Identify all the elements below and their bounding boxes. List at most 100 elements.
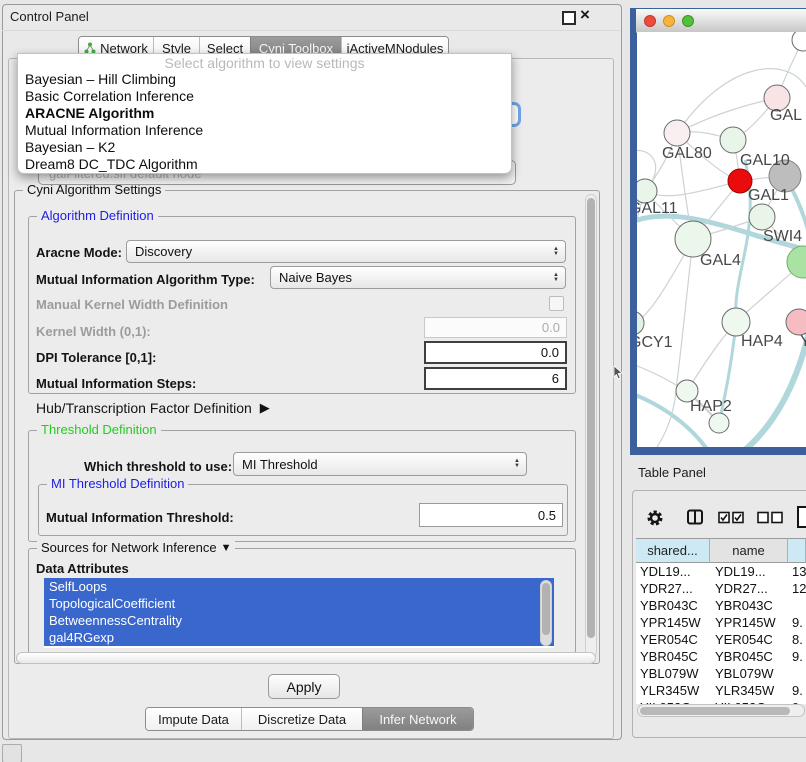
attribute-item-selected[interactable]: BetweennessCentrality	[44, 612, 554, 629]
minimize-traffic-light[interactable]	[663, 15, 675, 27]
table-row[interactable]: YBL079WYBL079W	[636, 665, 806, 682]
node-label: Y	[800, 333, 806, 350]
combo-arrows-icon: ▲▼	[553, 273, 559, 283]
mi-algorithm-type-combo[interactable]: Naive Bayes ▲▼	[270, 266, 566, 289]
group-title: MI Threshold Definition	[47, 476, 188, 491]
network-node[interactable]	[787, 246, 806, 278]
mi-algorithm-type-value: Naive Bayes	[279, 270, 352, 285]
combo-arrows-icon: ▲▼	[514, 459, 520, 469]
data-attributes-label: Data Attributes	[36, 561, 129, 576]
select-all-checkboxes-icon[interactable]	[718, 511, 744, 524]
control-panel-titlebar	[2, 4, 620, 31]
network-node-gcy1[interactable]	[637, 311, 644, 335]
close-icon[interactable]: ×	[580, 5, 590, 25]
manual-kernel-width-checkbox[interactable]	[549, 296, 564, 311]
gear-icon[interactable]	[646, 509, 664, 527]
mi-steps-field[interactable]: 6	[424, 367, 567, 390]
node-label: GCY1	[637, 334, 673, 351]
network-node[interactable]	[786, 309, 806, 335]
group-title: Algorithm Definition	[37, 208, 158, 223]
mi-steps-label: Mutual Information Steps:	[36, 376, 196, 391]
table-row[interactable]: YBR045CYBR045C9.	[636, 648, 806, 665]
collapsed-arrow-icon: ▶	[260, 400, 270, 416]
attribute-list-scrollbar[interactable]	[540, 580, 552, 646]
node-label: HAP4	[741, 333, 783, 350]
dropdown-item[interactable]: Bayesian – K2	[18, 139, 511, 156]
mi-threshold-label: Mutual Information Threshold:	[46, 510, 234, 525]
tab-infer-network[interactable]: Infer Network	[362, 708, 473, 730]
close-traffic-light[interactable]	[644, 15, 656, 27]
table-row[interactable]: YBR043CYBR043C	[636, 597, 806, 614]
table-row[interactable]: YLR345WYLR345W9.	[636, 682, 806, 699]
aracne-mode-value: Discovery	[135, 244, 192, 259]
dpi-tolerance-label: DPI Tolerance [0,1]:	[36, 350, 156, 365]
dropdown-item[interactable]: Basic Correlation Inference	[18, 88, 511, 105]
control-panel-title: Control Panel	[10, 9, 89, 24]
screen: Control Panel × Network Style Select Cyn…	[0, 0, 806, 762]
algorithm-dropdown-list: Select algorithm to view settings Bayesi…	[17, 53, 512, 174]
column-header-name[interactable]: name	[710, 538, 788, 563]
tab-discretize-data[interactable]: Discretize Data	[241, 708, 362, 730]
attribute-item-selected[interactable]: SelfLoops	[44, 578, 554, 595]
corner-mini-button[interactable]	[2, 744, 22, 762]
mi-threshold-field[interactable]: 0.5	[419, 503, 563, 527]
network-canvas[interactable]: GAL GAL80 GAL10 GAL1 GAL11 SWI4 GAL4 GCY…	[637, 32, 806, 447]
zoom-traffic-light[interactable]	[682, 15, 694, 27]
sources-group-title[interactable]: Sources for Network Inference ▼	[37, 540, 235, 555]
group-title: Threshold Definition	[37, 422, 161, 437]
attribute-item-selected[interactable]: gal4RGexp	[44, 629, 554, 646]
document-icon[interactable]	[796, 505, 806, 529]
columns-icon[interactable]	[686, 508, 704, 526]
dropdown-item[interactable]: Dream8 DC_TDC Algorithm	[18, 156, 511, 173]
tab-label: Discretize Data	[258, 712, 346, 727]
node-label: GAL80	[662, 145, 712, 162]
dropdown-placeholder: Select algorithm to view settings	[18, 54, 511, 71]
network-node-gal10[interactable]	[720, 127, 746, 153]
node-label: SWI4	[763, 228, 802, 245]
float-window-icon[interactable]	[562, 11, 576, 25]
which-threshold-value: MI Threshold	[242, 457, 318, 472]
network-node[interactable]	[792, 32, 806, 51]
column-header-clipped[interactable]	[788, 538, 806, 563]
combo-arrows-icon: ▲▼	[553, 247, 559, 257]
tab-label: Impute Data	[158, 712, 229, 727]
dropdown-item[interactable]: Bayesian – Hill Climbing	[18, 71, 511, 88]
node-label: GAL10	[740, 152, 790, 169]
node-label: GAL11	[637, 200, 678, 217]
table-row[interactable]: YDL19...YDL19...13	[636, 563, 806, 580]
table-row[interactable]: YER054CYER054C8.	[636, 631, 806, 648]
attribute-list-scrollbar-thumb[interactable]	[542, 583, 550, 635]
settings-horizontal-scrollbar[interactable]	[16, 652, 596, 664]
dropdown-item[interactable]: Mutual Information Inference	[18, 122, 511, 139]
tab-label: Infer Network	[379, 712, 456, 727]
hub-definition-label: Hub/Transcription Factor Definition	[36, 400, 252, 416]
network-node-gal80[interactable]	[664, 120, 690, 146]
mi-algorithm-type-label: Mutual Information Algorithm Type:	[36, 272, 255, 287]
attribute-item-selected[interactable]: TopologicalCoefficient	[44, 595, 554, 612]
column-header-shared-name[interactable]: shared...	[636, 538, 710, 563]
expanded-arrow-icon: ▼	[221, 542, 232, 554]
deselect-all-checkboxes-icon[interactable]	[757, 511, 783, 524]
kernel-width-field[interactable]: 0.0	[424, 317, 567, 338]
network-node[interactable]	[709, 413, 729, 433]
node-label: GAL1	[748, 187, 789, 204]
network-node[interactable]	[749, 204, 775, 230]
kernel-width-label: Kernel Width (0,1):	[36, 324, 151, 339]
dropdown-item-selected[interactable]: ARACNE Algorithm	[18, 105, 511, 122]
dpi-tolerance-field[interactable]: 0.0	[424, 341, 567, 364]
which-threshold-combo[interactable]: MI Threshold ▲▼	[233, 452, 527, 476]
tab-impute-data[interactable]: Impute Data	[146, 708, 241, 730]
hub-definition-toggle[interactable]: Hub/Transcription Factor Definition ▶	[36, 400, 270, 416]
apply-button[interactable]: Apply	[268, 674, 340, 699]
settings-scrollbar[interactable]	[585, 194, 597, 658]
bottom-tabbar: Impute Data Discretize Data Infer Networ…	[145, 707, 474, 731]
table-row[interactable]: YDR27...YDR27...12	[636, 580, 806, 597]
network-node-hap4[interactable]	[722, 308, 750, 336]
settings-scrollbar-thumb[interactable]	[587, 198, 595, 638]
aracne-mode-combo[interactable]: Discovery ▲▼	[126, 240, 566, 263]
node-label: HAP2	[690, 398, 732, 415]
node-label: GAL4	[700, 252, 741, 269]
table-horizontal-scrollbar-thumb[interactable]	[640, 707, 790, 715]
table-row[interactable]: YPR145WYPR145W9.	[636, 614, 806, 631]
table-horizontal-scrollbar[interactable]	[637, 704, 805, 717]
